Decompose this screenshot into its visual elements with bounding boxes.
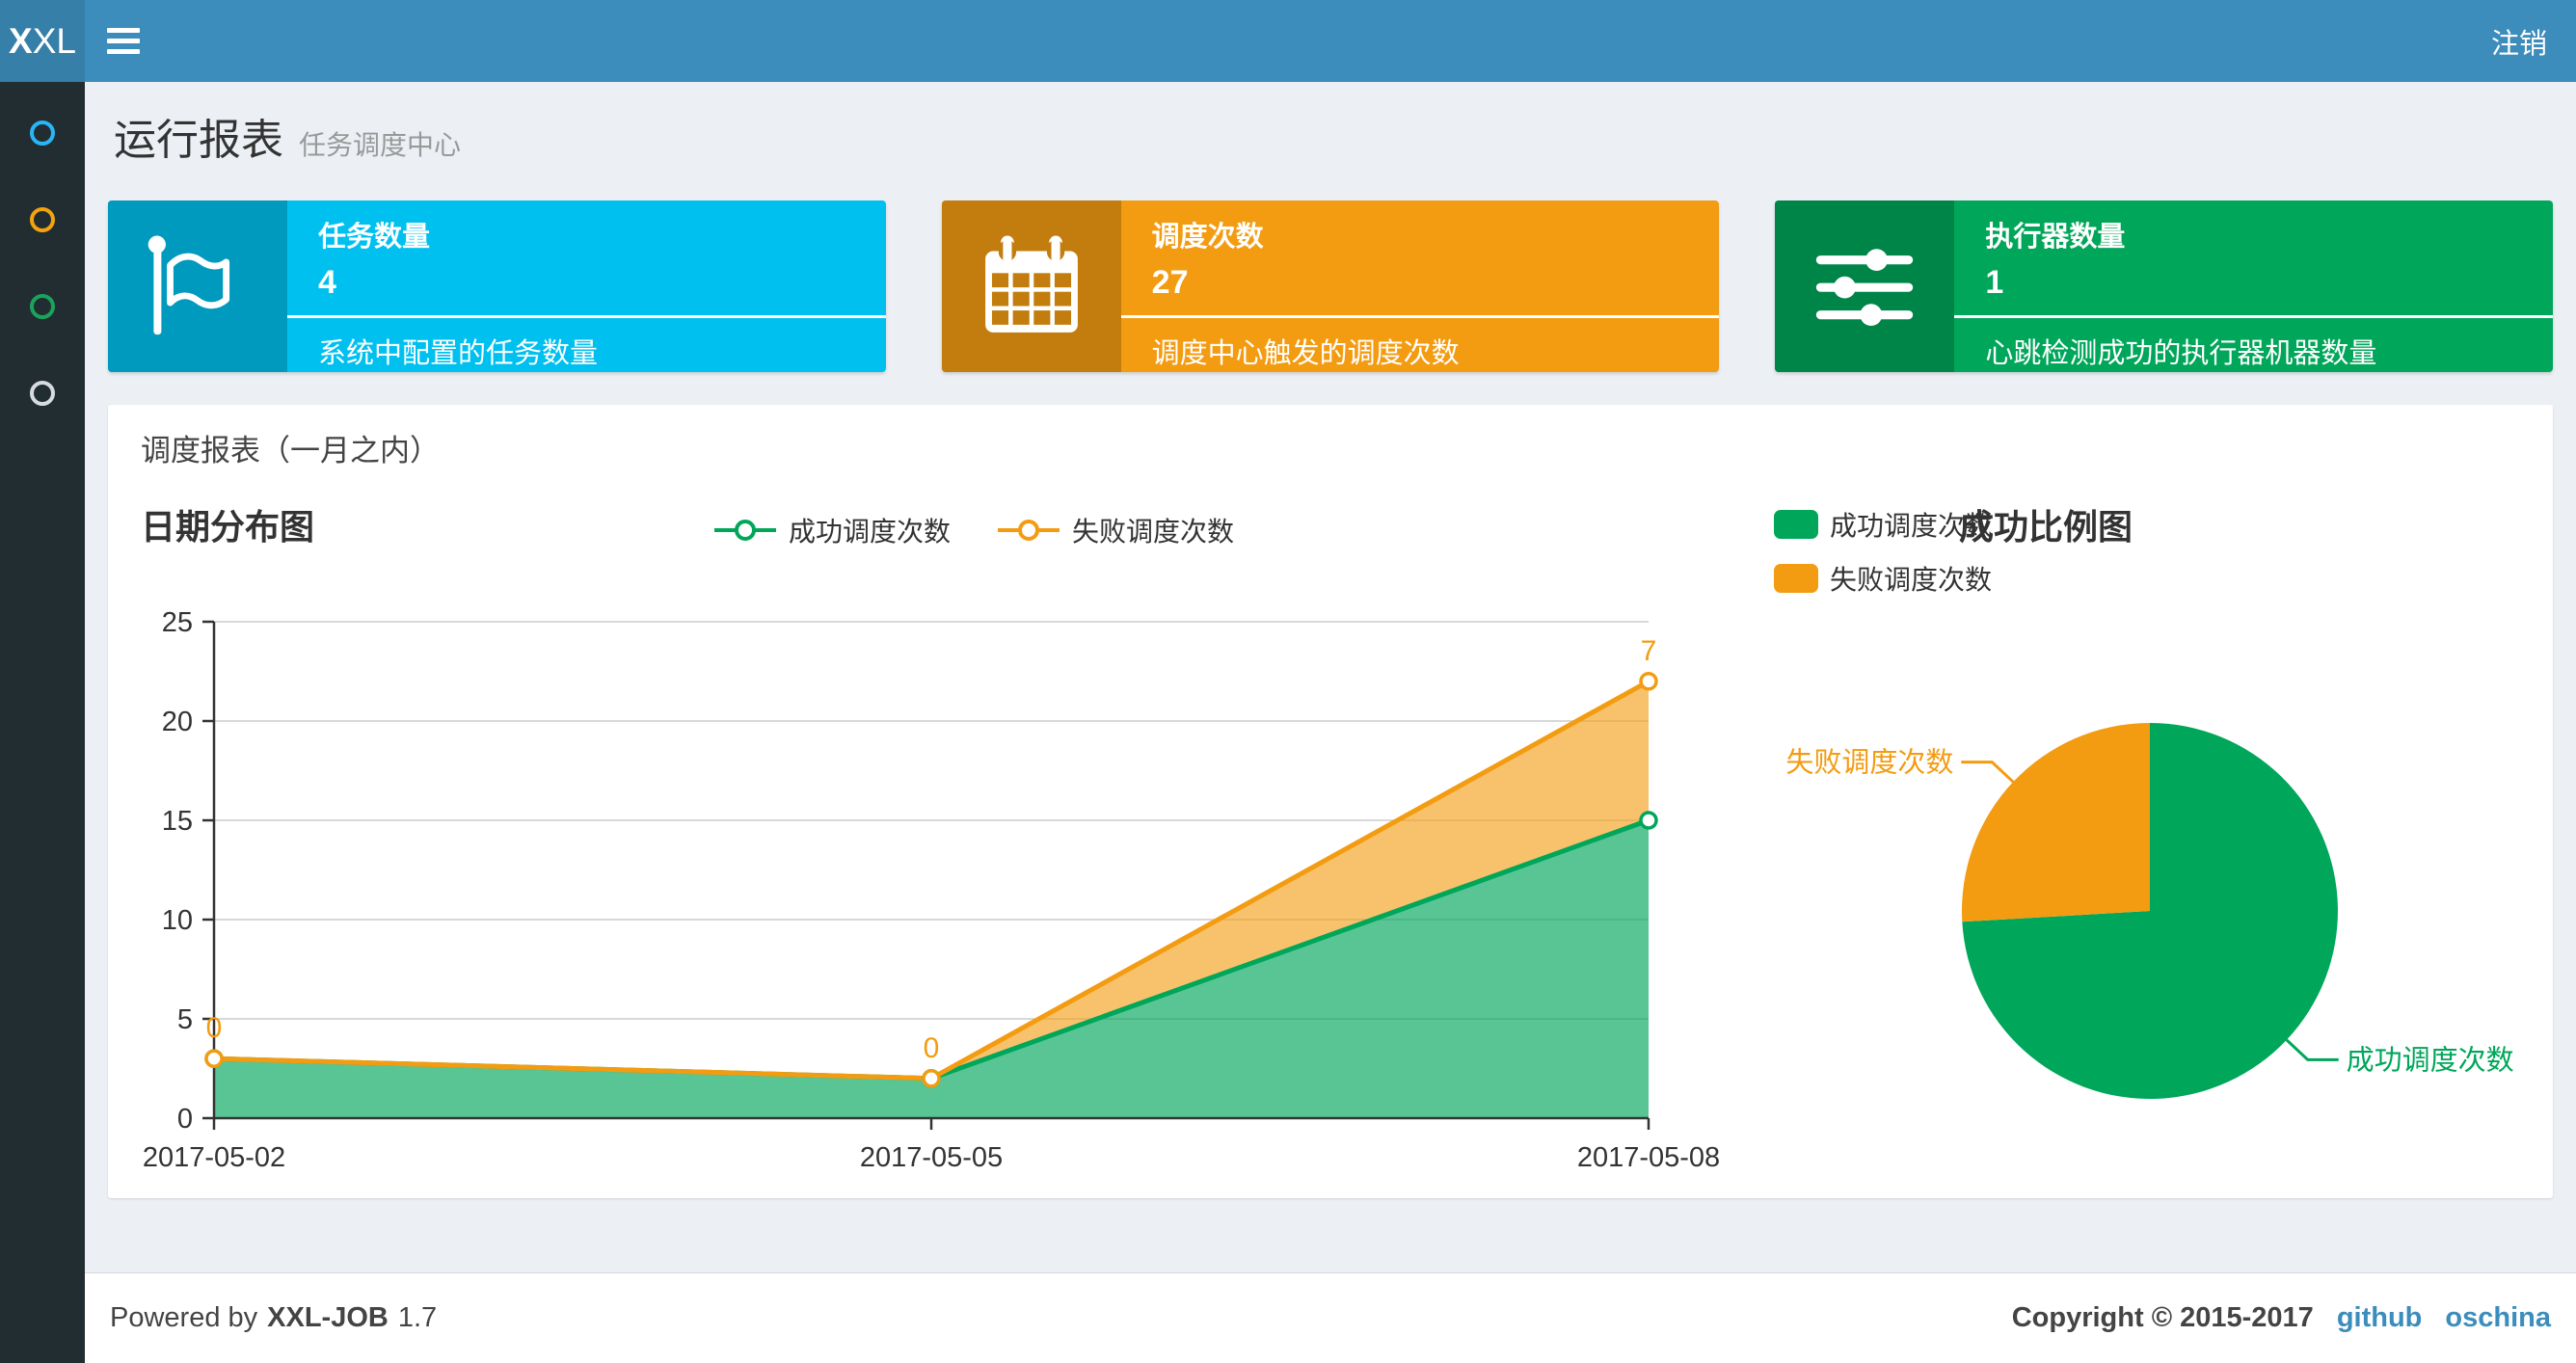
sidebar-item-4-circle-icon[interactable] xyxy=(30,381,55,406)
stat-value: 27 xyxy=(1151,264,1189,301)
sidebar-item-3-circle-icon[interactable] xyxy=(30,294,55,319)
logo-bold: X xyxy=(9,20,33,61)
navbar-spacer xyxy=(162,0,2462,82)
svg-text:15: 15 xyxy=(162,806,193,837)
schedule-report-panel: 调度报表（一月之内） 日期分布图 成功调度次数 失败调度次数 成功调度次数 失败… xyxy=(108,405,2553,1198)
stat-value: 4 xyxy=(318,264,336,301)
stat-value: 1 xyxy=(1985,264,2004,301)
executor-count-content: 执行器数量 1 心跳检测成功的执行器机器数量 xyxy=(1954,200,2554,372)
sidebar-item-1-circle-icon[interactable] xyxy=(30,120,55,146)
page-title: 运行报表 xyxy=(114,117,283,164)
product-name: XXL-JOB xyxy=(267,1302,389,1333)
sidebar xyxy=(0,82,85,1363)
svg-text:25: 25 xyxy=(162,607,193,638)
svg-text:2017-05-05: 2017-05-05 xyxy=(860,1142,1003,1173)
line-marker-icon xyxy=(998,520,1060,541)
legend-label: 失败调度次数 xyxy=(1072,517,1235,547)
svg-text:20: 20 xyxy=(162,707,193,737)
github-link[interactable]: github xyxy=(2337,1302,2423,1334)
svg-text:2017-05-02: 2017-05-02 xyxy=(143,1142,285,1173)
logo-light: XL xyxy=(32,20,76,61)
top-navbar: X XL 注销 xyxy=(0,0,2576,82)
sliders-icon xyxy=(1775,200,1955,372)
success-ratio-pie-chart: 成功调度次数 失败调度次数 xyxy=(1785,723,2514,1099)
stat-label: 任务数量 xyxy=(318,222,431,253)
legend-item-fail[interactable]: 失败调度次数 xyxy=(1774,559,1992,598)
stat-description: 调度中心触发的调度次数 xyxy=(1151,338,1460,369)
footer-right: Copyright © 2015-2017 github oschina xyxy=(2012,1302,2551,1334)
oschina-link[interactable]: oschina xyxy=(2445,1302,2551,1334)
stat-divider xyxy=(1120,315,1720,318)
job-count-content: 任务数量 4 系统中配置的任务数量 xyxy=(287,200,886,372)
calendar-icon xyxy=(941,200,1121,372)
trigger-count-box: 调度次数 27 调度中心触发的调度次数 xyxy=(941,200,1720,372)
stat-label: 调度次数 xyxy=(1151,222,1264,253)
content-area: 运行报表 任务调度中心 任务数量 4 系统中配置的任务数量 调度次数 27 调度… xyxy=(85,82,2576,1272)
legend-label: 成功调度次数 xyxy=(789,517,952,547)
page-header: 运行报表 任务调度中心 xyxy=(85,82,2576,167)
product-version: 1.7 xyxy=(397,1302,438,1333)
success-ratio-title: 成功比例图 xyxy=(1959,507,2133,547)
legend-label: 失败调度次数 xyxy=(1830,565,1993,595)
svg-text:0: 0 xyxy=(924,1032,940,1064)
logout-link[interactable]: 注销 xyxy=(2462,0,2576,82)
panel-title: 调度报表（一月之内） xyxy=(141,434,440,468)
page-subtitle: 任务调度中心 xyxy=(299,130,462,160)
line-chart-legend: 成功调度次数 失败调度次数 xyxy=(713,511,1234,549)
legend-item-success[interactable]: 成功调度次数 xyxy=(713,511,951,549)
svg-text:2017-05-08: 2017-05-08 xyxy=(1577,1142,1720,1173)
svg-text:失败调度次数: 失败调度次数 xyxy=(1785,747,1953,779)
svg-text:成功调度次数: 成功调度次数 xyxy=(2347,1044,2514,1076)
executor-count-box: 执行器数量 1 心跳检测成功的执行器机器数量 xyxy=(1775,200,2554,372)
svg-text:0: 0 xyxy=(206,1012,223,1044)
hamburger-icon xyxy=(107,28,140,33)
job-count-box: 任务数量 4 系统中配置的任务数量 xyxy=(108,200,886,372)
svg-text:10: 10 xyxy=(162,905,193,936)
sidebar-item-2-circle-icon[interactable] xyxy=(30,207,55,232)
stat-boxes-row: 任务数量 4 系统中配置的任务数量 调度次数 27 调度中心触发的调度次数 执行… xyxy=(108,200,2554,372)
date-distribution-title: 日期分布图 xyxy=(141,507,315,547)
footer: Powered by XXL-JOB 1.7 Copyright © 2015-20… xyxy=(85,1272,2576,1363)
copyright-text: Copyright © 2015-2017 xyxy=(2011,1302,2314,1333)
stat-divider xyxy=(287,315,886,318)
app-logo[interactable]: X XL xyxy=(0,0,85,82)
svg-text:7: 7 xyxy=(1641,635,1657,667)
svg-text:0: 0 xyxy=(177,1104,193,1135)
stat-label: 执行器数量 xyxy=(1985,222,2126,253)
legend-swatch-icon xyxy=(1774,564,1818,593)
date-distribution-chart: 05101520252017-05-02 2017-05-05 2017-05-08… xyxy=(143,607,1720,1173)
legend-item-fail[interactable]: 失败调度次数 xyxy=(997,511,1234,549)
stat-description: 心跳检测成功的执行器机器数量 xyxy=(1985,338,2377,369)
sidebar-toggle-button[interactable] xyxy=(85,0,162,82)
powered-by-text: Powered by XXL-JOB 1.7 xyxy=(110,1302,438,1333)
trigger-count-content: 调度次数 27 调度中心触发的调度次数 xyxy=(1120,200,1720,372)
line-marker-icon xyxy=(714,520,776,541)
stat-description: 系统中配置的任务数量 xyxy=(318,338,599,369)
legend-swatch-icon xyxy=(1774,510,1818,539)
flag-icon xyxy=(108,200,287,372)
svg-text:5: 5 xyxy=(177,1004,193,1035)
stat-divider xyxy=(1954,315,2554,318)
